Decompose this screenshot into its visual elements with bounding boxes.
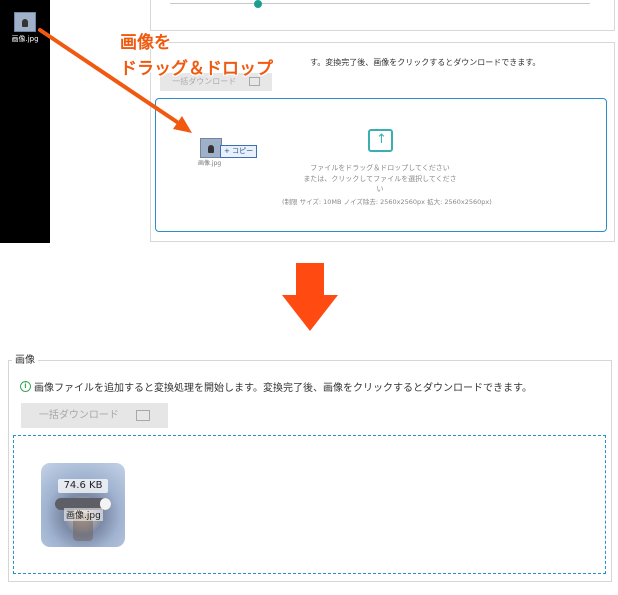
- download-icon: [136, 409, 151, 421]
- down-arrow-icon: [282, 263, 338, 331]
- section-legend: 画像: [12, 351, 38, 366]
- bulk-download-label: 一括ダウンロード: [38, 410, 119, 421]
- instruction-line-1: 画像を: [120, 33, 171, 53]
- instruction-line-2: ドラッグ＆ドロップ: [120, 59, 273, 79]
- info-circle-icon: i: [20, 381, 31, 392]
- bulk-download-button[interactable]: 一括ダウンロード: [21, 403, 168, 428]
- file-size-label: 74.6 KB: [58, 479, 108, 493]
- file-name-label: 画像.jpg: [64, 508, 103, 521]
- info-text: 画像ファイルを追加すると変換処理を開始します。変換完了後、画像をクリックするとダ…: [34, 383, 532, 394]
- drag-arrow-icon: [38, 28, 192, 133]
